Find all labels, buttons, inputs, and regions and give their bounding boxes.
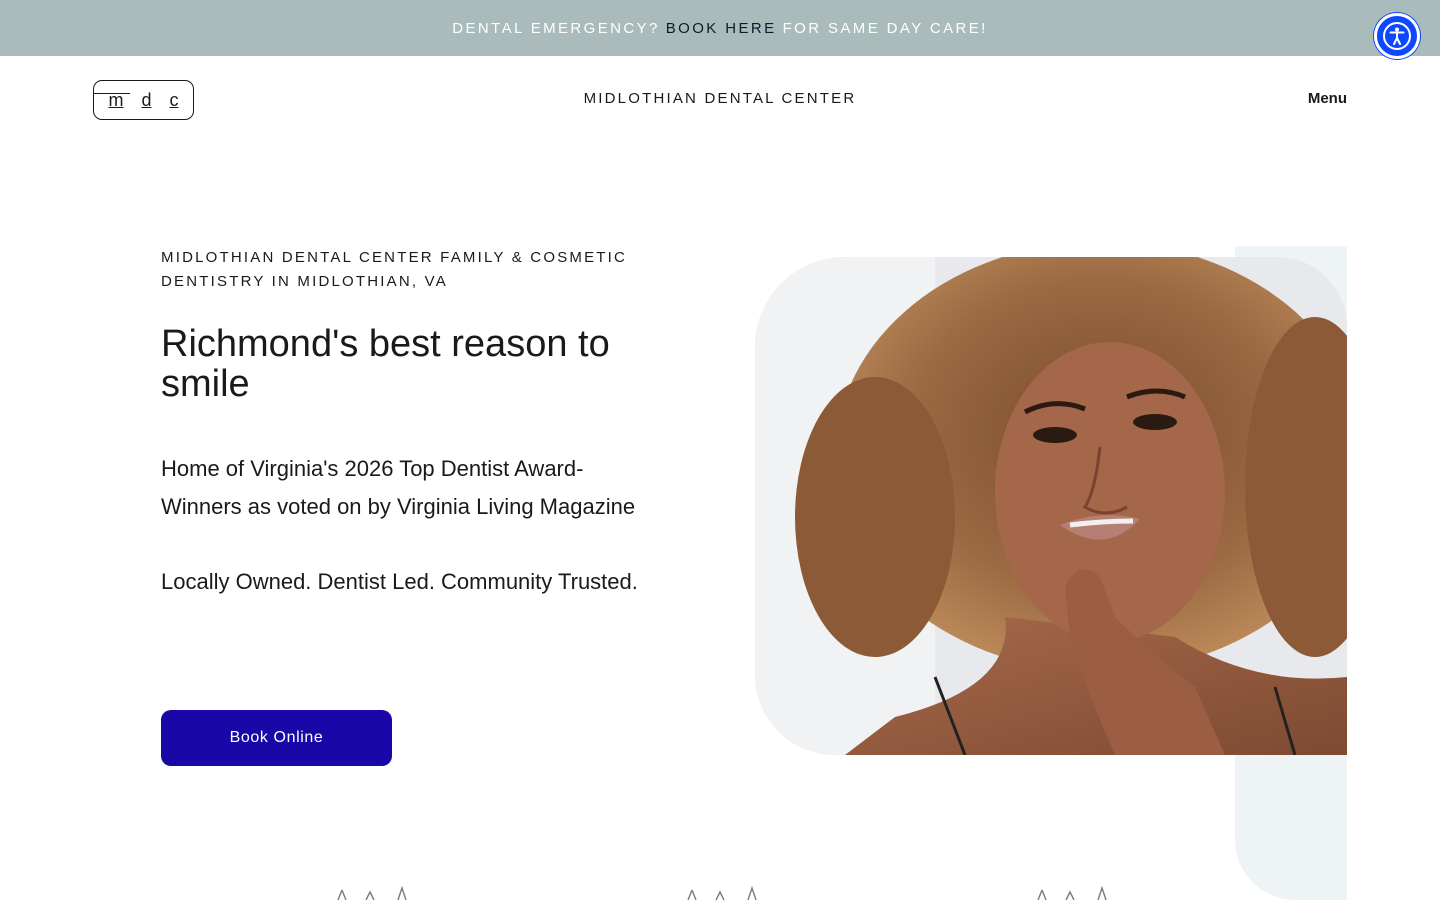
menu-button[interactable]: Menu bbox=[1308, 90, 1347, 107]
sparkle-decoration-icon bbox=[1037, 885, 1107, 900]
sparkle-decoration-icon bbox=[337, 885, 407, 900]
book-online-button[interactable]: Book Online bbox=[161, 710, 392, 766]
announcement-suffix: FOR SAME DAY CARE! bbox=[782, 19, 988, 37]
site-header: m d c MIDLOTHIAN DENTAL CENTER Menu bbox=[0, 56, 1440, 144]
portrait-illustration bbox=[755, 257, 1347, 755]
hero-award-paragraph: Home of Virginia's 2026 Top Dentist Awar… bbox=[161, 456, 636, 519]
announcement-book-link[interactable]: BOOK HERE bbox=[666, 20, 777, 37]
accessibility-widget-button[interactable] bbox=[1374, 13, 1420, 59]
sparkle-decoration-icon bbox=[687, 885, 757, 900]
hero-eyebrow: MIDLOTHIAN DENTAL CENTER FAMILY & COSMET… bbox=[161, 249, 628, 290]
book-here-link[interactable]: BOOK HERE bbox=[666, 20, 777, 37]
emergency-announcement-bar: DENTAL EMERGENCY? BOOK HERE FOR SAME DAY… bbox=[0, 0, 1440, 56]
announcement-prefix: DENTAL EMERGENCY? bbox=[452, 19, 660, 37]
hero-headline: Richmond's best reason to smile bbox=[161, 323, 610, 405]
site-title: MIDLOTHIAN DENTAL CENTER bbox=[583, 90, 857, 107]
hero-text-block: MIDLOTHIAN DENTAL CENTER FAMILY & COSMET… bbox=[161, 246, 651, 601]
hero-community-paragraph: Locally Owned. Dentist Led. Community Tr… bbox=[161, 569, 638, 594]
hero-portrait-image bbox=[755, 257, 1347, 755]
accessibility-person-icon bbox=[1383, 22, 1411, 50]
